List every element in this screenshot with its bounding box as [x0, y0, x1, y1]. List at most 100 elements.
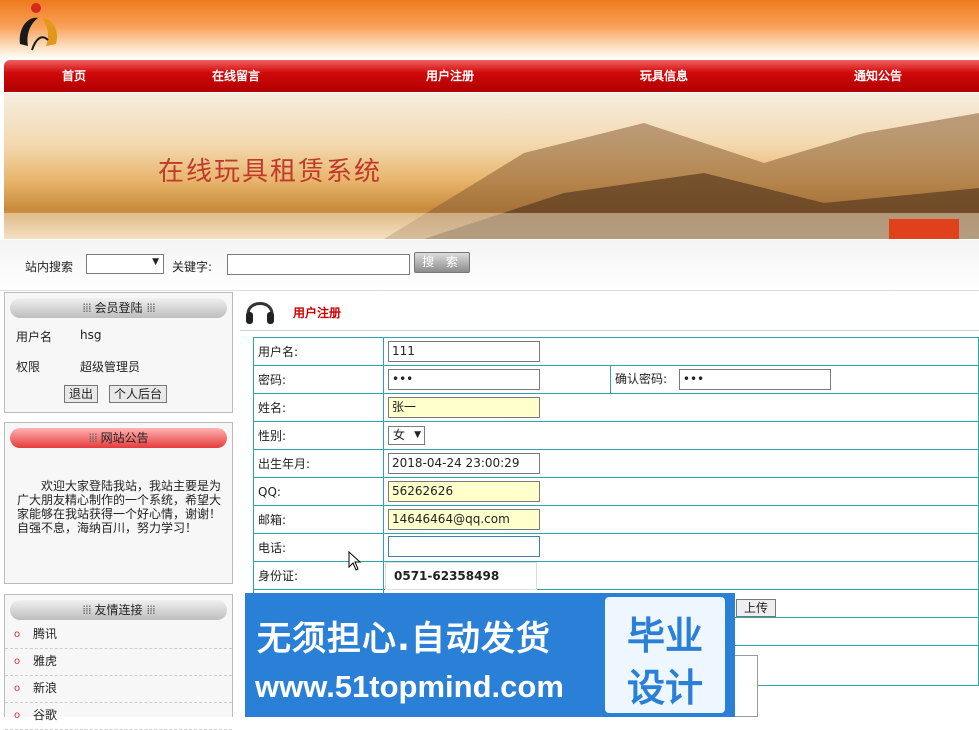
bullet-icon: o: [14, 629, 21, 640]
mouse-cursor-icon: [348, 551, 362, 571]
name-cell: 张一: [383, 393, 979, 422]
chevron-down-icon: ▼: [414, 430, 421, 440]
form-row: 出生年月: 2018-04-24 23:00:29: [253, 449, 979, 478]
sex-value: 女: [393, 428, 406, 442]
watermark-badge-line1: 毕业: [626, 614, 703, 658]
keyword-input[interactable]: [227, 254, 410, 275]
watermark-badge: 毕业 设计: [605, 597, 725, 713]
link-item[interactable]: o 谷歌: [5, 702, 232, 730]
name-field-label: 姓名:: [253, 393, 384, 422]
link-label: 雅虎: [33, 654, 58, 668]
notice-panel: ⁞⁞⁞ 网站公告 欢迎大家登陆我站，我站主要是为广大朋友精心制作的一个系统，希望…: [4, 422, 246, 584]
bullet-icon: o: [14, 710, 21, 721]
name-input[interactable]: 张一: [388, 397, 540, 418]
birth-input[interactable]: 2018-04-24 23:00:29: [388, 453, 540, 474]
password-cell: •••: [383, 365, 611, 394]
qq-input[interactable]: 56262626: [388, 481, 540, 502]
sex-cell: 女 ▼: [383, 421, 979, 450]
link-item[interactable]: o 腾讯: [5, 621, 232, 649]
phone-autocomplete-suggestion[interactable]: 0571-62358498: [385, 562, 537, 590]
confirm-password-input[interactable]: •••: [678, 369, 831, 390]
notice-panel-title: 网站公告: [100, 431, 149, 445]
search-button[interactable]: 搜 索: [414, 252, 470, 273]
site-logo-icon: [19, 3, 58, 51]
qq-field-label: QQ:: [253, 477, 384, 506]
bullet-icon: o: [14, 656, 21, 667]
banner-mountains: [4, 113, 979, 239]
search-bar: 站内搜索 ▼ 关键字: 搜 索: [0, 240, 979, 291]
sex-field-label: 性别:: [253, 421, 384, 450]
dots-icon: ⁞⁞⁞: [88, 431, 98, 445]
watermark-overlay: 无须担心.自动发货 www.51topmind.com 毕业 设计: [245, 593, 735, 717]
form-row: 身份证:: [253, 561, 979, 590]
member-panel: ⁞⁞⁞ 会员登陆 ⁞⁞⁞ 用户名 hsg 权限 超级管理员 退出 个人后台: [4, 292, 233, 413]
nav-home[interactable]: 首页: [34, 60, 114, 92]
email-cell: 14646464@qq.com: [383, 505, 979, 534]
logout-button[interactable]: 退出: [64, 385, 99, 403]
nav-message[interactable]: 在线留言: [194, 60, 278, 92]
qq-cell: 56262626: [383, 477, 979, 506]
role-label: 权限: [16, 360, 41, 374]
form-row: 电话:: [253, 533, 979, 562]
links-panel-header: ⁞⁞⁞ 友情连接 ⁞⁞⁞: [10, 600, 227, 620]
watermark-url: www.51topmind.com: [255, 669, 564, 704]
link-item[interactable]: o 新浪: [5, 675, 232, 703]
username-cell: 111: [383, 337, 979, 366]
content-header: 用户注册: [240, 290, 979, 331]
form-row: 用户名: 111: [253, 337, 979, 366]
email-input[interactable]: 14646464@qq.com: [388, 509, 540, 530]
dots-icon: ⁞⁞⁞: [146, 301, 156, 315]
form-row: QQ: 56262626: [253, 477, 979, 506]
links-panel: ⁞⁞⁞ 友情连接 ⁞⁞⁞ o 腾讯 o 雅虎 o 新浪 o 谷歌: [4, 594, 233, 730]
link-item[interactable]: o 雅虎: [5, 648, 232, 676]
username-label: 用户名: [16, 330, 53, 344]
form-row: 姓名: 张一: [253, 393, 979, 422]
upload-button[interactable]: 上传: [736, 599, 776, 617]
password-input[interactable]: •••: [388, 369, 540, 390]
username-field-label: 用户名:: [253, 337, 384, 366]
links-panel-title: 友情连接: [94, 603, 143, 617]
chevron-down-icon: ▼: [152, 257, 159, 267]
form-row: 密码: ••• 确认密码: •••: [253, 365, 979, 394]
watermark-badge-line2: 设计: [626, 666, 703, 710]
banner-title: 在线玩具租赁系统: [158, 157, 383, 187]
confirm-cell: 确认密码: •••: [610, 365, 979, 394]
search-category-select[interactable]: ▼: [86, 254, 164, 274]
top-header: [0, 0, 979, 60]
nav-toys[interactable]: 玩具信息: [622, 60, 706, 92]
bullet-icon: o: [14, 683, 21, 694]
dots-icon: ⁞⁞⁞: [82, 301, 92, 315]
phone-field-label: 电话:: [253, 533, 384, 562]
birth-field-label: 出生年月:: [253, 449, 384, 478]
notice-panel-header: ⁞⁞⁞ 网站公告: [10, 428, 227, 448]
dots-icon: ⁞⁞⁞: [146, 603, 156, 617]
personal-backend-button[interactable]: 个人后台: [109, 385, 168, 403]
banner: 在线玩具租赁系统: [4, 93, 979, 239]
site-search-label: 站内搜索: [25, 260, 74, 274]
email-field-label: 邮箱:: [253, 505, 384, 534]
content-title: 用户注册: [293, 306, 342, 320]
form-row: 性别: 女 ▼: [253, 421, 979, 450]
confirm-password-label: 确认密码:: [615, 372, 668, 386]
headphones-icon: [246, 302, 274, 324]
main-nav: 首页 在线留言 用户注册 玩具信息 通知公告: [4, 60, 979, 92]
username-value: hsg: [80, 328, 102, 342]
birth-cell: 2018-04-24 23:00:29: [383, 449, 979, 478]
link-label: 腾讯: [33, 627, 58, 641]
nav-notice[interactable]: 通知公告: [836, 60, 920, 92]
member-panel-header: ⁞⁞⁞ 会员登陆 ⁞⁞⁞: [10, 298, 227, 318]
notice-text: 欢迎大家登陆我站，我站主要是为广大朋友精心制作的一个系统，希望大家能够在我站获得…: [17, 479, 246, 535]
sex-select[interactable]: 女 ▼: [388, 426, 425, 445]
phone-input[interactable]: [388, 535, 540, 557]
link-label: 新浪: [33, 681, 58, 695]
dots-icon: ⁞⁞⁞: [82, 603, 92, 617]
username-input[interactable]: 111: [388, 341, 540, 362]
idcard-field-label: 身份证:: [253, 561, 384, 590]
watermark-main-text: 无须担心.自动发货: [257, 619, 551, 659]
keyword-label: 关键字:: [172, 260, 213, 274]
member-panel-title: 会员登陆: [94, 301, 143, 315]
role-value: 超级管理员: [80, 360, 141, 374]
link-label: 谷歌: [33, 708, 58, 722]
form-row: 邮箱: 14646464@qq.com: [253, 505, 979, 534]
nav-register[interactable]: 用户注册: [408, 60, 492, 92]
